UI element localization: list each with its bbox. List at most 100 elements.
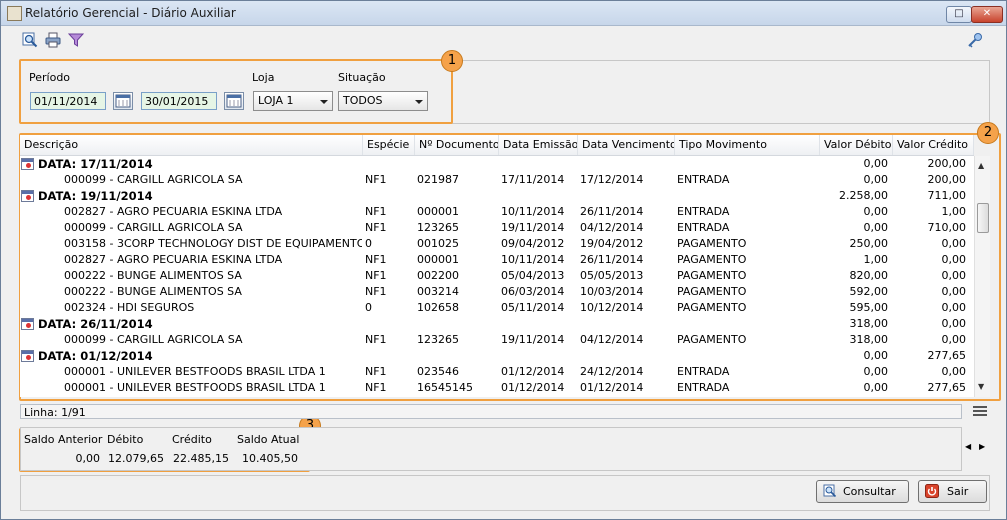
cell-doc: 003214: [417, 285, 459, 298]
badge-2: 2: [977, 122, 999, 144]
cell-vencimento: 26/11/2014: [580, 205, 644, 218]
cell-especie: NF1: [365, 253, 387, 266]
cell-vencimento: 10/12/2014: [580, 301, 644, 314]
cell-debito: 0,00: [863, 349, 889, 362]
column-header-credito[interactable]: Valor Crédito: [893, 135, 974, 155]
date-group-row[interactable]: DATA: 19/11/2014 2.258,00 711,00: [20, 188, 974, 204]
date-group-row[interactable]: DATA: 01/12/2014 0,00 277,65: [20, 348, 974, 364]
table-row[interactable]: 000099 - CARGILL AGRICOLA SA NF1 021987 17/…: [20, 172, 974, 188]
cell-debito: 0,00: [863, 365, 889, 378]
table-row[interactable]: 000099 - CARGILL AGRICOLA SA NF1 123265 19/…: [20, 332, 974, 348]
cell-tipo: ENTRADA: [677, 365, 730, 378]
cell-emissao: 10/11/2014: [501, 205, 565, 218]
cell-credito: 0,00: [941, 333, 967, 346]
table-row[interactable]: 000222 - BUNGE ALIMENTOS SA NF1 002200 05/0…: [20, 268, 974, 284]
cell-debito: 0,00: [863, 157, 889, 170]
table-row[interactable]: 000099 - CARGILL AGRICOLA SA NF1 123265 19/…: [20, 220, 974, 236]
cell-vencimento: 26/11/2014: [580, 253, 644, 266]
calendar-icon: [21, 350, 34, 362]
cell-tipo: PAGAMENTO: [677, 269, 747, 282]
sair-label: Sair: [947, 485, 969, 498]
table-row[interactable]: 000001 - UNILEVER BESTFOODS BRASIL LTDA …: [20, 380, 974, 396]
consultar-button[interactable]: Consultar: [816, 480, 909, 503]
key-icon[interactable]: [967, 32, 983, 48]
sair-button[interactable]: Sair: [918, 480, 987, 503]
cell-credito: 0,00: [941, 253, 967, 266]
printer-icon[interactable]: [45, 32, 61, 48]
table-row[interactable]: 000001 - UNILEVER BESTFOODS BRASIL LTDA …: [20, 364, 974, 380]
scroll-thumb[interactable]: [977, 203, 989, 233]
calendar-icon: [21, 158, 34, 170]
cell-especie: 0: [365, 301, 372, 314]
table-row[interactable]: 002827 - AGRO PECUARIA ESKINA LTDA NF1 000…: [20, 204, 974, 220]
column-header-especie[interactable]: Espécie: [363, 135, 415, 155]
table-row[interactable]: 000222 - BUNGE ALIMENTOS SA NF1 003214 06/0…: [20, 284, 974, 300]
cell-tipo: ENTRADA: [677, 205, 730, 218]
date-group-row[interactable]: DATA: 26/11/2014 318,00 0,00: [20, 316, 974, 332]
app-icon: [7, 6, 22, 21]
cell-debito: 0,00: [863, 173, 889, 186]
cell-credito: 0,00: [941, 317, 967, 330]
cell-doc: 16545145: [417, 381, 473, 394]
cell-descricao: 000099 - CARGILL AGRICOLA SA: [64, 173, 243, 186]
table-row[interactable]: 003158 - 3CORP TECHNOLOGY DIST DE EQUIPA…: [20, 236, 974, 252]
date-group-row[interactable]: DATA: 17/11/2014 0,00 200,00: [20, 156, 974, 172]
cell-credito: 277,65: [927, 381, 967, 394]
scroll-down-icon[interactable]: ▼: [978, 382, 984, 391]
table-row[interactable]: 002324 - HDI SEGUROS 0 102658 05/11/2014 10/…: [20, 300, 974, 316]
cell-descricao: 000099 - CARGILL AGRICOLA SA: [64, 221, 243, 234]
highlight-filters: [19, 59, 453, 124]
cell-vencimento: 04/12/2014: [580, 221, 644, 234]
cell-doc: 123265: [417, 333, 459, 346]
table-row[interactable]: 002827 - AGRO PECUARIA ESKINA LTDA NF1 000…: [20, 252, 974, 268]
cell-debito: 318,00: [849, 333, 889, 346]
cell-emissao: 05/11/2014: [501, 301, 565, 314]
cell-doc: 000001: [417, 253, 459, 266]
search-icon[interactable]: [22, 32, 38, 48]
cell-especie: NF1: [365, 221, 387, 234]
row-status-bar: Linha: 1/91: [20, 404, 962, 419]
totals-table: Saldo Anterior Débito Crédito Saldo Atua…: [20, 429, 306, 467]
cell-debito: 0,00: [863, 381, 889, 394]
cell-tipo: PAGAMENTO: [677, 333, 747, 346]
scroll-up-icon[interactable]: ▲: [978, 161, 984, 170]
debito-total-label: Débito: [107, 433, 144, 446]
column-header-descricao[interactable]: Descrição: [20, 135, 363, 155]
cell-doc: 123265: [417, 221, 459, 234]
cell-doc: 023546: [417, 365, 459, 378]
search-icon: [823, 484, 837, 498]
close-button[interactable]: ✕: [971, 6, 1003, 23]
cell-emissao: 09/04/2012: [501, 237, 565, 250]
filter-icon[interactable]: [68, 32, 84, 48]
cell-descricao: 000001 - UNILEVER BESTFOODS BRASIL LTDA …: [64, 381, 326, 394]
column-header-emissao[interactable]: Data Emissão: [499, 135, 578, 155]
cell-credito: 277,65: [927, 349, 967, 362]
cell-doc: 102658: [417, 301, 459, 314]
cell-debito: 250,00: [849, 237, 889, 250]
cell-emissao: 10/11/2014: [501, 253, 565, 266]
data-grid[interactable]: Descrição Espécie Nº Documento Data Emis…: [20, 135, 974, 397]
cell-vencimento: 05/05/2013: [580, 269, 644, 282]
minimize-button[interactable]: □: [946, 6, 972, 23]
cell-especie: NF1: [365, 333, 387, 346]
menu-icon[interactable]: [973, 406, 987, 418]
cell-tipo: PAGAMENTO: [677, 301, 747, 314]
cell-emissao: 19/11/2014: [501, 221, 565, 234]
cell-debito: 0,00: [863, 221, 889, 234]
totals-scroll-right-icon[interactable]: ▶: [979, 442, 985, 451]
column-header-tipo[interactable]: Tipo Movimento: [675, 135, 820, 155]
column-header-documento[interactable]: Nº Documento: [415, 135, 499, 155]
column-header-debito[interactable]: Valor Débito: [820, 135, 893, 155]
consultar-label: Consultar: [843, 485, 896, 498]
cell-credito: 710,00: [927, 221, 967, 234]
title-bar: Relatório Gerencial - Diário Auxiliar □ …: [1, 1, 1006, 26]
cell-especie: 0: [365, 237, 372, 250]
column-header-vencimento[interactable]: Data Vencimento: [578, 135, 675, 155]
cell-debito: 0,00: [863, 205, 889, 218]
cell-tipo: ENTRADA: [677, 381, 730, 394]
totals-scroll-left-icon[interactable]: ◀: [965, 442, 971, 451]
cell-tipo: PAGAMENTO: [677, 253, 747, 266]
cell-descricao: DATA: 26/11/2014: [38, 317, 153, 331]
cell-debito: 2.258,00: [839, 189, 888, 202]
grid-vertical-scrollbar[interactable]: ▲ ▼: [974, 156, 990, 397]
